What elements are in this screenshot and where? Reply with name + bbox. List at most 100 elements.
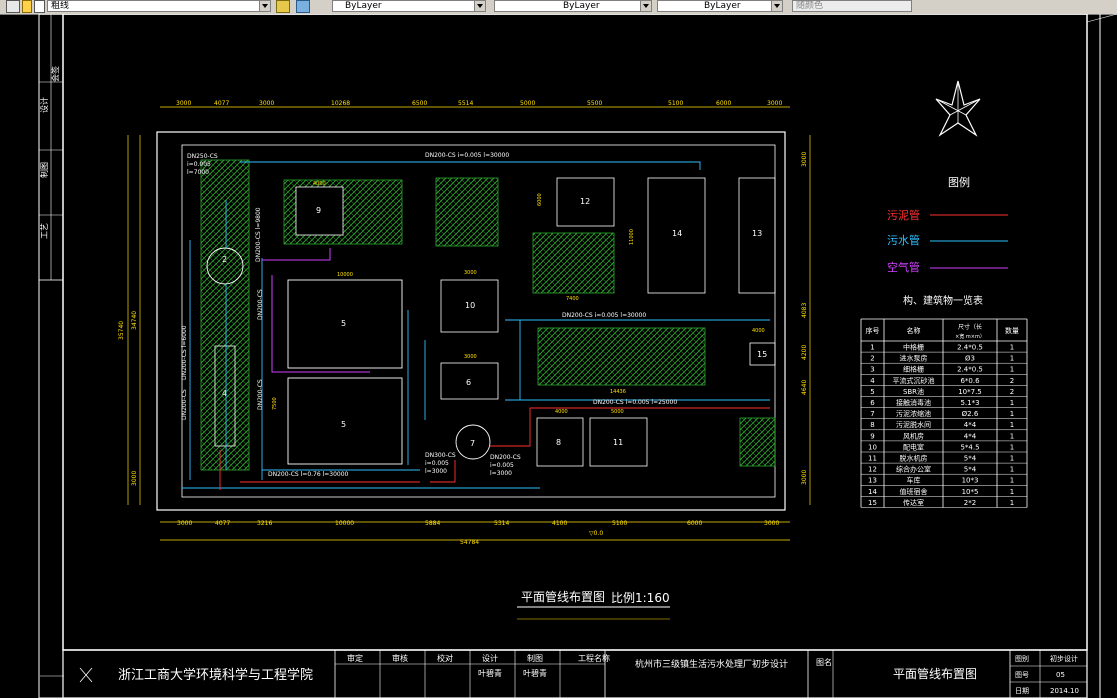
table-cell: 1 xyxy=(1010,344,1014,352)
table-header: 名称 xyxy=(907,326,921,335)
plotstyle-control-value: 随颜色 xyxy=(796,1,824,11)
role-label: 设计 xyxy=(482,653,498,663)
legend-label: 污水管 xyxy=(887,233,920,247)
chevron-down-icon[interactable] xyxy=(771,1,782,11)
chevron-down-icon[interactable] xyxy=(259,1,270,11)
role-label: 审定 xyxy=(347,653,363,663)
table-cell: 13 xyxy=(868,477,877,485)
total-dim-label: 54784 xyxy=(460,539,479,546)
green-area-7400 xyxy=(532,232,615,294)
table-cell: 2 xyxy=(1010,388,1014,396)
layer-dropdown[interactable]: 粗线 xyxy=(47,0,271,12)
dim-label: 10000 xyxy=(335,520,354,527)
lock-icon[interactable] xyxy=(22,0,32,13)
table-header: 尺寸（长 xyxy=(958,323,982,331)
table-cell: 3 xyxy=(870,366,874,374)
legend: 图例 污泥管 污水管 空气管 xyxy=(887,175,1008,274)
dim-label: 10000 xyxy=(337,272,353,278)
dim-label: 4000 xyxy=(555,409,568,415)
drawing-name: 平面管线布置图 xyxy=(893,666,977,681)
school-name: 浙江工商大学环境科学与工程学院 xyxy=(118,667,313,683)
side-label: 设计 xyxy=(39,97,49,113)
linetype-control[interactable]: ByLayer xyxy=(494,0,652,12)
table-cell: 1 xyxy=(1010,355,1014,363)
corner-mark xyxy=(1086,14,1117,23)
role-label: 制图 xyxy=(527,653,543,663)
table-cell: 1 xyxy=(1010,466,1014,474)
pipe-label: i=0.005 xyxy=(425,460,449,467)
lineweight-control[interactable]: ByLayer xyxy=(657,0,783,12)
legend-title: 图例 xyxy=(948,175,970,189)
layer-name: 粗线 xyxy=(51,1,70,11)
pipe-labels: DN200-CS i=0.005 l=30000 DN250-CS i=0.00… xyxy=(181,152,677,478)
table-header: 数量 xyxy=(1005,326,1019,335)
dim-label: 34740 xyxy=(131,311,138,330)
table-cell: 1 xyxy=(1010,477,1014,485)
layer-previous-icon[interactable] xyxy=(296,0,310,13)
green-area-14436 xyxy=(537,327,706,386)
pipe-label: DN200-CS xyxy=(490,454,521,461)
plan-title: 平面管线布置图 xyxy=(521,589,605,604)
project-name: 杭州市三级镇生活污水处理厂初步设计 xyxy=(635,658,788,670)
structure-table: 构、建筑物一览表 序号 名称 尺寸（长×宽 m×m）数量1 中格栅 2.4*0.5 12 进… xyxy=(860,294,1028,508)
color-control[interactable]: ByLayer xyxy=(332,0,486,12)
meta-value: 2014.10 xyxy=(1050,687,1079,695)
building-label: 15 xyxy=(757,350,767,359)
layer-icon[interactable] xyxy=(6,0,20,13)
plotstyle-control[interactable]: 随颜色 xyxy=(792,0,912,12)
color-control-value: ByLayer xyxy=(345,1,382,11)
table-cell: 2*2 xyxy=(964,499,976,507)
dim-label: 5500 xyxy=(587,100,602,107)
table-cell: 细格栅 xyxy=(903,365,924,374)
dim-label: 4640 xyxy=(801,380,808,395)
table-cell: 4*4 xyxy=(964,421,977,429)
table-cell: 2 xyxy=(1010,377,1014,385)
dim-label: 6000 xyxy=(537,193,543,206)
pipe-label: l=7000 xyxy=(187,169,209,176)
meta-value: 05 xyxy=(1056,671,1065,679)
table-cell: 15 xyxy=(868,499,877,507)
color-swatch-icon[interactable] xyxy=(34,0,45,13)
dim-label: 4000 xyxy=(752,328,765,334)
legend-label: 空气管 xyxy=(887,260,920,274)
building-label: 9 xyxy=(316,206,321,215)
chevron-down-icon[interactable] xyxy=(474,1,485,11)
pipe-label: DN200-CS i=0.005 l=30000 xyxy=(562,312,646,319)
plan-scale: 比例1:160 xyxy=(611,591,670,605)
table-cell: Ø2.6 xyxy=(962,410,979,418)
role-label: 审核 xyxy=(392,653,408,663)
table-cell: 2.4*0.5 xyxy=(957,344,983,352)
dim-label: 3000 xyxy=(801,470,808,485)
table-title: 构、建筑物一览表 xyxy=(903,294,983,307)
pipe-label: DN200-CS i=0.005 l=25000 xyxy=(593,399,677,406)
table-cell: 5*4.5 xyxy=(960,443,979,451)
pipe-label: DN200-CS xyxy=(257,289,264,320)
dim-label: 10268 xyxy=(331,100,350,107)
chevron-down-icon[interactable] xyxy=(640,1,651,11)
table-cell: 1 xyxy=(1010,499,1014,507)
table-cell: 平流式沉砂池 xyxy=(893,376,935,385)
dim-label: 11000 xyxy=(629,229,635,245)
dim-label: 4000 xyxy=(313,181,326,187)
table-cell: 12 xyxy=(868,466,877,474)
linetype-control-value: ByLayer xyxy=(563,1,600,11)
lineweight-control-value: ByLayer xyxy=(704,1,741,11)
table-cell: 10*3 xyxy=(962,477,979,485)
table-cell: 值班宿舍 xyxy=(900,487,928,496)
table-cell: 6*0.6 xyxy=(960,377,980,385)
building-label: 2 xyxy=(222,255,227,264)
pipe-label: DN200-CS l=9800 xyxy=(255,207,262,262)
table-cell: 14 xyxy=(868,488,877,496)
bottom-dimensions: 3000 4077 3216 10000 5884 5314 4100 5100… xyxy=(177,520,779,546)
make-current-icon[interactable] xyxy=(276,0,290,13)
model-space-canvas[interactable]: 设计 制图 工艺 会签 浙江工商大学环境科学与工程学院 审定 审核 校对 设计 … xyxy=(0,14,1117,698)
table-cell: 1 xyxy=(1010,366,1014,374)
dim-label: 4077 xyxy=(214,100,229,107)
building-label: 11 xyxy=(613,438,623,447)
table-cell: 污泥脱水间 xyxy=(896,420,931,429)
dim-label: 6000 xyxy=(716,100,731,107)
right-dimensions: 3000 4083 4200 4640 3000 xyxy=(801,152,808,485)
dim-label: 5884 xyxy=(425,520,440,527)
meta-label: 图别 xyxy=(1015,654,1029,663)
building-label: 8 xyxy=(556,438,561,447)
